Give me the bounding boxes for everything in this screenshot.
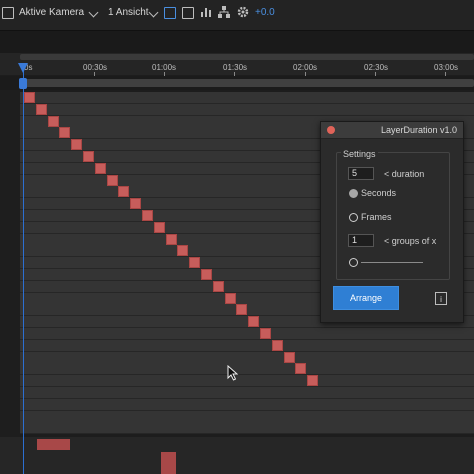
layer-track[interactable]	[20, 103, 474, 116]
layer-track[interactable]	[20, 375, 474, 388]
layer-bar[interactable]	[201, 269, 212, 280]
view-dropdown-chevron-icon[interactable]	[148, 7, 159, 18]
gear-icon[interactable]	[237, 6, 249, 18]
layer-bar[interactable]	[24, 92, 35, 103]
layer-track[interactable]	[20, 422, 474, 435]
layer-bar[interactable]	[248, 316, 260, 328]
layer-bar[interactable]	[106, 174, 118, 186]
work-area-bar[interactable]	[20, 79, 474, 87]
layer-bar[interactable]	[161, 452, 176, 474]
histogram-icon[interactable]	[200, 6, 212, 18]
layer-bar[interactable]	[83, 151, 94, 162]
layer-bar[interactable]	[212, 280, 224, 292]
groups-input[interactable]: 1	[348, 234, 374, 247]
playhead-handle[interactable]	[19, 78, 27, 89]
viewer-toolbar: Aktive Kamera 1 Ansicht +0.0	[0, 0, 474, 31]
layer-bar[interactable]	[59, 127, 71, 139]
layer-bar[interactable]	[177, 245, 189, 257]
layer-bar[interactable]	[94, 162, 106, 174]
playhead-marker-icon[interactable]	[18, 63, 28, 73]
layer-bar[interactable]	[260, 328, 271, 339]
timeline-header-spacer	[0, 31, 474, 53]
info-button[interactable]: i	[435, 292, 447, 305]
groups-slider-track[interactable]	[361, 262, 423, 263]
settings-label: Settings	[341, 149, 378, 159]
groups-slider-handle[interactable]	[349, 258, 358, 267]
layer-bar[interactable]	[165, 233, 177, 245]
camera-dropdown-chevron-icon[interactable]	[88, 7, 99, 18]
layer-bar[interactable]	[118, 186, 130, 198]
layer-track[interactable]	[20, 339, 474, 352]
ruler-label: 03:00s	[434, 63, 459, 72]
ruler-label: 02:00s	[293, 63, 318, 72]
layer-bar[interactable]	[189, 257, 201, 269]
layer-bar[interactable]	[71, 139, 83, 151]
layer-bar[interactable]	[142, 210, 153, 221]
layer-track[interactable]	[20, 351, 474, 364]
ruler-label: 01:00s	[152, 63, 177, 72]
mouse-cursor-icon	[227, 365, 239, 381]
seconds-label: Seconds	[361, 188, 397, 198]
fit-icon[interactable]	[164, 7, 176, 19]
ruler-label: 02:30s	[364, 63, 389, 72]
duration-label: < duration	[384, 169, 425, 179]
time-navigator-bar[interactable]	[20, 54, 474, 60]
grid-icon[interactable]	[2, 7, 14, 19]
layer-bar[interactable]	[130, 198, 142, 210]
layer-bar[interactable]	[153, 221, 165, 233]
camera-select[interactable]: Aktive Kamera	[19, 7, 84, 18]
layer-track[interactable]	[20, 92, 474, 104]
layer-bar[interactable]	[283, 351, 295, 363]
layer-bar[interactable]	[271, 339, 283, 351]
panel-titlebar[interactable]: LayerDuration v1.0	[321, 122, 463, 139]
layer-track[interactable]	[20, 363, 474, 376]
fast-preview-icon[interactable]	[182, 7, 194, 19]
view-select[interactable]: 1 Ansicht	[108, 7, 149, 18]
panel-title: LayerDuration v1.0	[380, 125, 457, 135]
frames-label: Frames	[361, 212, 392, 222]
arrange-button[interactable]: Arrange	[333, 286, 399, 310]
ruler-label: 00:30s	[83, 63, 108, 72]
layer-bar[interactable]	[295, 363, 307, 375]
duration-input[interactable]: 5	[348, 167, 374, 180]
layer-bar[interactable]	[35, 103, 47, 115]
layer-duration-panel: LayerDuration v1.0 Settings 5 < duration…	[320, 121, 464, 323]
layer-track[interactable]	[20, 387, 474, 399]
seconds-radio[interactable]	[349, 189, 358, 198]
layer-track[interactable]	[20, 398, 474, 411]
playhead-line[interactable]	[23, 66, 24, 474]
frames-radio[interactable]	[349, 213, 358, 222]
exposure-value[interactable]: +0.0	[255, 7, 275, 18]
layer-bar[interactable]	[236, 304, 248, 316]
timeline-left-gutter	[0, 90, 20, 474]
layer-track[interactable]	[20, 410, 474, 423]
timeline-bottom-area	[0, 437, 474, 474]
layer-track[interactable]	[20, 328, 474, 340]
layer-bar[interactable]	[307, 375, 319, 387]
flowchart-icon[interactable]	[218, 6, 230, 18]
layer-bar[interactable]	[37, 439, 70, 450]
ruler-label: 01:30s	[223, 63, 248, 72]
layer-bar[interactable]	[224, 292, 236, 304]
groups-label: < groups of x	[384, 236, 437, 246]
layer-bar[interactable]	[47, 115, 59, 127]
